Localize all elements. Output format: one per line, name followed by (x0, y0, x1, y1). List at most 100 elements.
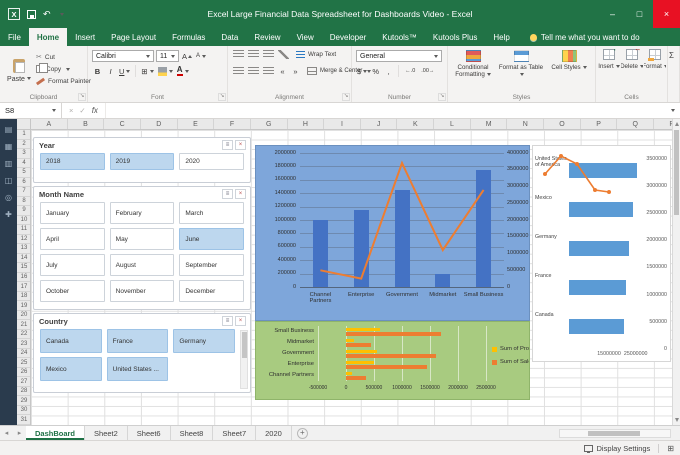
accounting-format-button[interactable]: $ (356, 65, 368, 77)
slicer-button-november[interactable]: November (109, 280, 175, 302)
scroll-down-icon[interactable] (674, 418, 679, 422)
ribbon-tab-review[interactable]: Review (246, 28, 288, 46)
slicer-button-february[interactable]: February (109, 202, 175, 224)
row-header-6[interactable]: 6 (17, 178, 30, 188)
conditional-formatting-button[interactable]: Conditional Formatting (450, 48, 496, 92)
row-header-20[interactable]: 20 (17, 311, 30, 321)
row-header-2[interactable]: 2 (17, 140, 30, 150)
sheet-tab-sheet7[interactable]: Sheet7 (213, 426, 257, 440)
insert-function-icon[interactable]: fx (92, 106, 98, 115)
slicer-button-august[interactable]: August (109, 254, 175, 276)
slicer-clear-filter-icon[interactable]: × (235, 316, 246, 326)
column-header-i[interactable]: I (324, 119, 361, 129)
bar-sum-of-profit[interactable] (346, 328, 380, 331)
column-header-h[interactable]: H (288, 119, 325, 129)
slicer-month-name[interactable]: Month Name ≡ × January February March April May… (33, 186, 251, 310)
ribbon-tab-data[interactable]: Data (213, 28, 246, 46)
column-header-c[interactable]: C (104, 119, 141, 129)
decrease-indent-icon[interactable]: « (277, 65, 288, 77)
row-header-7[interactable]: 7 (17, 187, 30, 197)
bar-sum-of-sales[interactable] (346, 332, 442, 336)
column-header-p[interactable]: P (581, 119, 618, 129)
bar-sum-of-sales[interactable] (569, 241, 629, 256)
slicer-clear-filter-icon[interactable]: × (235, 140, 246, 150)
sheet-tab-sheet6[interactable]: Sheet6 (128, 426, 171, 440)
format-cells-button[interactable]: Format (644, 49, 666, 91)
row-header-30[interactable]: 30 (17, 406, 30, 416)
column-header-l[interactable]: L (434, 119, 471, 129)
kutools-columns-icon[interactable]: ▥ (5, 160, 13, 168)
scroll-up-icon[interactable] (674, 122, 679, 126)
enter-icon[interactable]: ✓ (79, 106, 85, 115)
slicer-year[interactable]: Year ≡ × 2018 2019 2020 (33, 137, 251, 183)
row-header-12[interactable]: 12 (17, 235, 30, 245)
bar-sum-of-profit[interactable] (346, 350, 377, 353)
bar-sum-of-sales[interactable] (569, 163, 637, 178)
row-header-11[interactable]: 11 (17, 225, 30, 235)
row-header-4[interactable]: 4 (17, 159, 30, 169)
close-button[interactable]: × (653, 0, 680, 28)
row-header-14[interactable]: 14 (17, 254, 30, 264)
align-middle-icon[interactable] (248, 50, 259, 59)
row-header-31[interactable]: 31 (17, 415, 30, 425)
slicer-button-january[interactable]: January (40, 202, 105, 224)
kutools-navigation-icon[interactable]: ▤ (5, 126, 13, 134)
format-as-table-button[interactable]: Format as Table (498, 48, 544, 92)
name-box[interactable]: S8 (0, 103, 62, 118)
row-header-23[interactable]: 23 (17, 339, 30, 349)
bar-sum-of-sales[interactable] (346, 365, 428, 369)
expand-formula-bar-icon[interactable] (664, 103, 680, 118)
row-header-5[interactable]: 5 (17, 168, 30, 178)
bold-button[interactable]: B (92, 65, 103, 77)
sheet-tab-2020[interactable]: 2020 (256, 426, 292, 440)
shrink-font-button[interactable]: A (195, 50, 207, 62)
bar-sum-of-sales[interactable] (353, 210, 369, 287)
row-header-29[interactable]: 29 (17, 396, 30, 406)
bar-sum-of-sales[interactable] (569, 280, 627, 295)
bar-sum-of-sales[interactable] (394, 189, 410, 287)
column-header-r[interactable]: R (654, 119, 672, 129)
row-header-19[interactable]: 19 (17, 301, 30, 311)
minimize-button[interactable]: – (599, 0, 626, 28)
slicer-button-september[interactable]: September (179, 254, 244, 276)
column-header-q[interactable]: Q (617, 119, 655, 129)
select-all-corner[interactable] (17, 119, 31, 130)
row-header-16[interactable]: 16 (17, 273, 30, 283)
slicer-button-united-states[interactable]: United States ... (106, 357, 169, 381)
normal-view-icon[interactable]: ⊞ (667, 444, 674, 453)
comma-style-button[interactable]: , (383, 65, 394, 77)
row-header-28[interactable]: 28 (17, 387, 30, 397)
row-header-9[interactable]: 9 (17, 206, 30, 216)
font-name-select[interactable]: Calibri (92, 50, 154, 62)
borders-button[interactable]: ⊞ (140, 65, 154, 77)
increase-indent-icon[interactable]: » (290, 65, 301, 77)
slicer-button-december[interactable]: December (179, 280, 244, 302)
cancel-icon[interactable]: × (69, 106, 73, 115)
slicer-scrollbar[interactable] (240, 330, 248, 389)
slicer-button-2019[interactable]: 2019 (109, 153, 175, 170)
sheet-nav-left-icon[interactable]: ◂ (0, 426, 13, 440)
clipboard-dialog-launcher[interactable]: ↘ (78, 93, 86, 101)
slicer-multiselect-icon[interactable]: ≡ (222, 189, 233, 199)
column-header-e[interactable]: E (178, 119, 215, 129)
column-header-d[interactable]: D (141, 119, 178, 129)
ribbon-tab-formulas[interactable]: Formulas (164, 28, 213, 46)
bar-sum-of-sales[interactable] (346, 354, 436, 358)
row-header-18[interactable]: 18 (17, 292, 30, 302)
row-header-21[interactable]: 21 (17, 320, 30, 330)
paste-button[interactable]: Paste (4, 49, 34, 92)
column-header-j[interactable]: J (361, 119, 398, 129)
cut-button[interactable]: ✂ Cut (36, 51, 91, 63)
underline-button[interactable]: U (118, 65, 131, 77)
chart-sales-by-country[interactable]: United States of America Mexico Germany Fra… (532, 145, 671, 362)
slicer-clear-filter-icon[interactable]: × (235, 189, 246, 199)
kutools-plus-icon[interactable]: ✚ (5, 211, 12, 219)
column-header-k[interactable]: K (398, 119, 435, 129)
ribbon-tab-help[interactable]: Help (485, 28, 517, 46)
align-left-icon[interactable] (233, 66, 244, 76)
slicer-button-2020[interactable]: 2020 (179, 153, 244, 170)
column-header-o[interactable]: O (544, 119, 581, 129)
align-center-icon[interactable] (248, 66, 259, 76)
scrollbar-thumb[interactable] (241, 332, 247, 358)
slicer-button-2018[interactable]: 2018 (40, 153, 105, 170)
